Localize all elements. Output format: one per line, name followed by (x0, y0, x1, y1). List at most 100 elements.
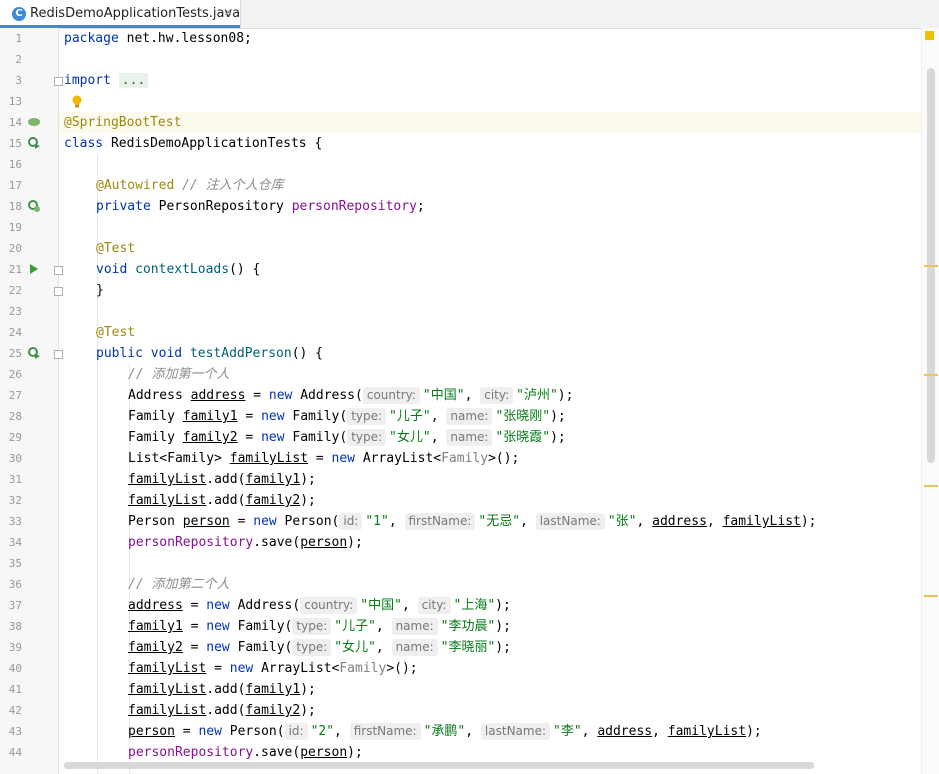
line-number: 17 (8, 179, 22, 192)
code-line: // 添加第二个人 (128, 577, 230, 592)
code-line: familyList.add(family2); (128, 493, 316, 508)
param-hint: type: (292, 639, 332, 656)
line-number: 35 (8, 557, 22, 570)
code-line: @Test (96, 325, 136, 340)
autowired-bean-icon[interactable] (27, 199, 41, 213)
horizontal-scrollbar[interactable] (64, 762, 814, 769)
rerun-test-icon[interactable] (27, 346, 41, 360)
code-line: void contextLoads() { (96, 262, 261, 277)
current-line-highlight (59, 112, 921, 133)
line-number: 37 (8, 599, 22, 612)
run-test-icon[interactable] (29, 263, 39, 275)
param-hint: country: (300, 597, 358, 614)
line-number: 2 (15, 53, 22, 66)
param-hint: lastName: (535, 513, 605, 530)
code-line: familyList.add(family2); (128, 703, 316, 718)
line-number: 21 (8, 263, 22, 276)
param-hint: firstName: (349, 723, 421, 740)
param-hint: id: (284, 723, 308, 740)
line-number: 19 (8, 221, 22, 234)
line-number: 14 (8, 116, 22, 129)
lightbulb-icon[interactable] (71, 95, 83, 110)
line-number: 41 (8, 683, 22, 696)
param-hint: country: (362, 387, 420, 404)
param-hint: lastName: (480, 723, 551, 740)
line-number: 38 (8, 620, 22, 633)
line-number: 43 (8, 725, 22, 738)
close-icon[interactable]: × (223, 5, 233, 19)
warning-marker[interactable] (924, 374, 938, 376)
param-hint: type: (347, 429, 387, 446)
spring-bean-icon[interactable] (27, 116, 41, 128)
rerun-test-icon[interactable] (27, 136, 41, 150)
code-line: personRepository.save(person); (128, 535, 363, 550)
line-number: 44 (8, 746, 22, 759)
code-line: Person person = new Person(id: "1", first… (128, 513, 817, 530)
line-number: 36 (8, 578, 22, 591)
param-hint: city: (417, 597, 451, 614)
param-hint: city: (480, 387, 514, 404)
code-line: personRepository.save(person); (128, 745, 363, 760)
code-line: familyList.add(family1); (128, 472, 316, 487)
code-editor[interactable]: package net.hw.lesson08; import ... @Spr… (59, 28, 921, 774)
inspection-status-icon[interactable] (925, 31, 934, 40)
code-line: person = new Person(id: "2", firstName: "承… (128, 723, 762, 740)
line-number: 25 (8, 347, 22, 360)
editor-tab-bar: C RedisDemoApplicationTests.java × (0, 0, 939, 29)
line-number: 15 (8, 137, 22, 150)
line-number: 1 (15, 32, 22, 45)
line-number: 27 (8, 389, 22, 402)
line-number: 28 (8, 410, 22, 423)
param-hint: name: (446, 429, 493, 446)
line-number: 23 (8, 305, 22, 318)
line-number: 40 (8, 662, 22, 675)
code-line: class RedisDemoApplicationTests { (64, 136, 323, 151)
param-hint: type: (292, 618, 332, 635)
java-class-icon: C (12, 7, 26, 21)
line-number: 26 (8, 368, 22, 381)
code-line: package net.hw.lesson08; (64, 31, 252, 46)
line-number: 16 (8, 158, 22, 171)
param-hint: name: (391, 618, 438, 635)
line-number: 32 (8, 494, 22, 507)
code-line: Address address = new Address(country: "中… (128, 387, 574, 404)
line-number: 18 (8, 200, 22, 213)
line-number: 22 (8, 284, 22, 297)
code-line: family1 = new Family(type: "儿子", name: "李功… (128, 618, 511, 635)
param-hint: name: (391, 639, 438, 656)
vertical-scrollbar[interactable] (921, 28, 939, 774)
code-line: public void testAddPerson() { (96, 346, 323, 361)
code-line: @Autowired // 注入个人仓库 (96, 178, 284, 193)
code-line: @SpringBootTest (64, 115, 182, 130)
line-number: 39 (8, 641, 22, 654)
code-line: import ... (64, 70, 149, 91)
code-line: // 添加第一个人 (128, 367, 230, 382)
code-line: familyList.add(family1); (128, 682, 316, 697)
code-line: List<Family> familyList = new ArrayList<… (128, 451, 520, 466)
tab-redis-demo-application-tests[interactable]: C RedisDemoApplicationTests.java × (0, 0, 241, 28)
warning-marker[interactable] (924, 595, 938, 597)
code-line: Family family2 = new Family(type: "女儿", n… (128, 429, 566, 446)
param-hint: id: (339, 513, 363, 530)
code-line: address = new Address(country: "中国", city… (128, 597, 511, 614)
code-line: family2 = new Family(type: "女儿", name: "李晓… (128, 639, 511, 656)
param-hint: name: (446, 408, 493, 425)
line-number: 31 (8, 473, 22, 486)
line-number: 34 (8, 536, 22, 549)
param-hint: type: (347, 408, 387, 425)
warning-marker[interactable] (924, 485, 938, 487)
line-number: 29 (8, 431, 22, 444)
code-line: familyList = new ArrayList<Family>(); (128, 661, 418, 676)
folded-imports[interactable]: ... (118, 73, 149, 88)
line-number: 13 (8, 95, 22, 108)
line-number: 20 (8, 242, 22, 255)
line-number: 30 (8, 452, 22, 465)
line-number-gutter: 1 2 3 13 14 15 16 17 18 19 20 21 22 23 2… (0, 28, 63, 774)
code-line: Family family1 = new Family(type: "儿子", n… (128, 408, 566, 425)
warning-marker[interactable] (924, 265, 938, 267)
line-number: 42 (8, 704, 22, 717)
line-number: 24 (8, 326, 22, 339)
tab-title: RedisDemoApplicationTests.java (30, 6, 241, 21)
code-line: @Test (96, 241, 136, 256)
code-line: } (96, 283, 104, 298)
